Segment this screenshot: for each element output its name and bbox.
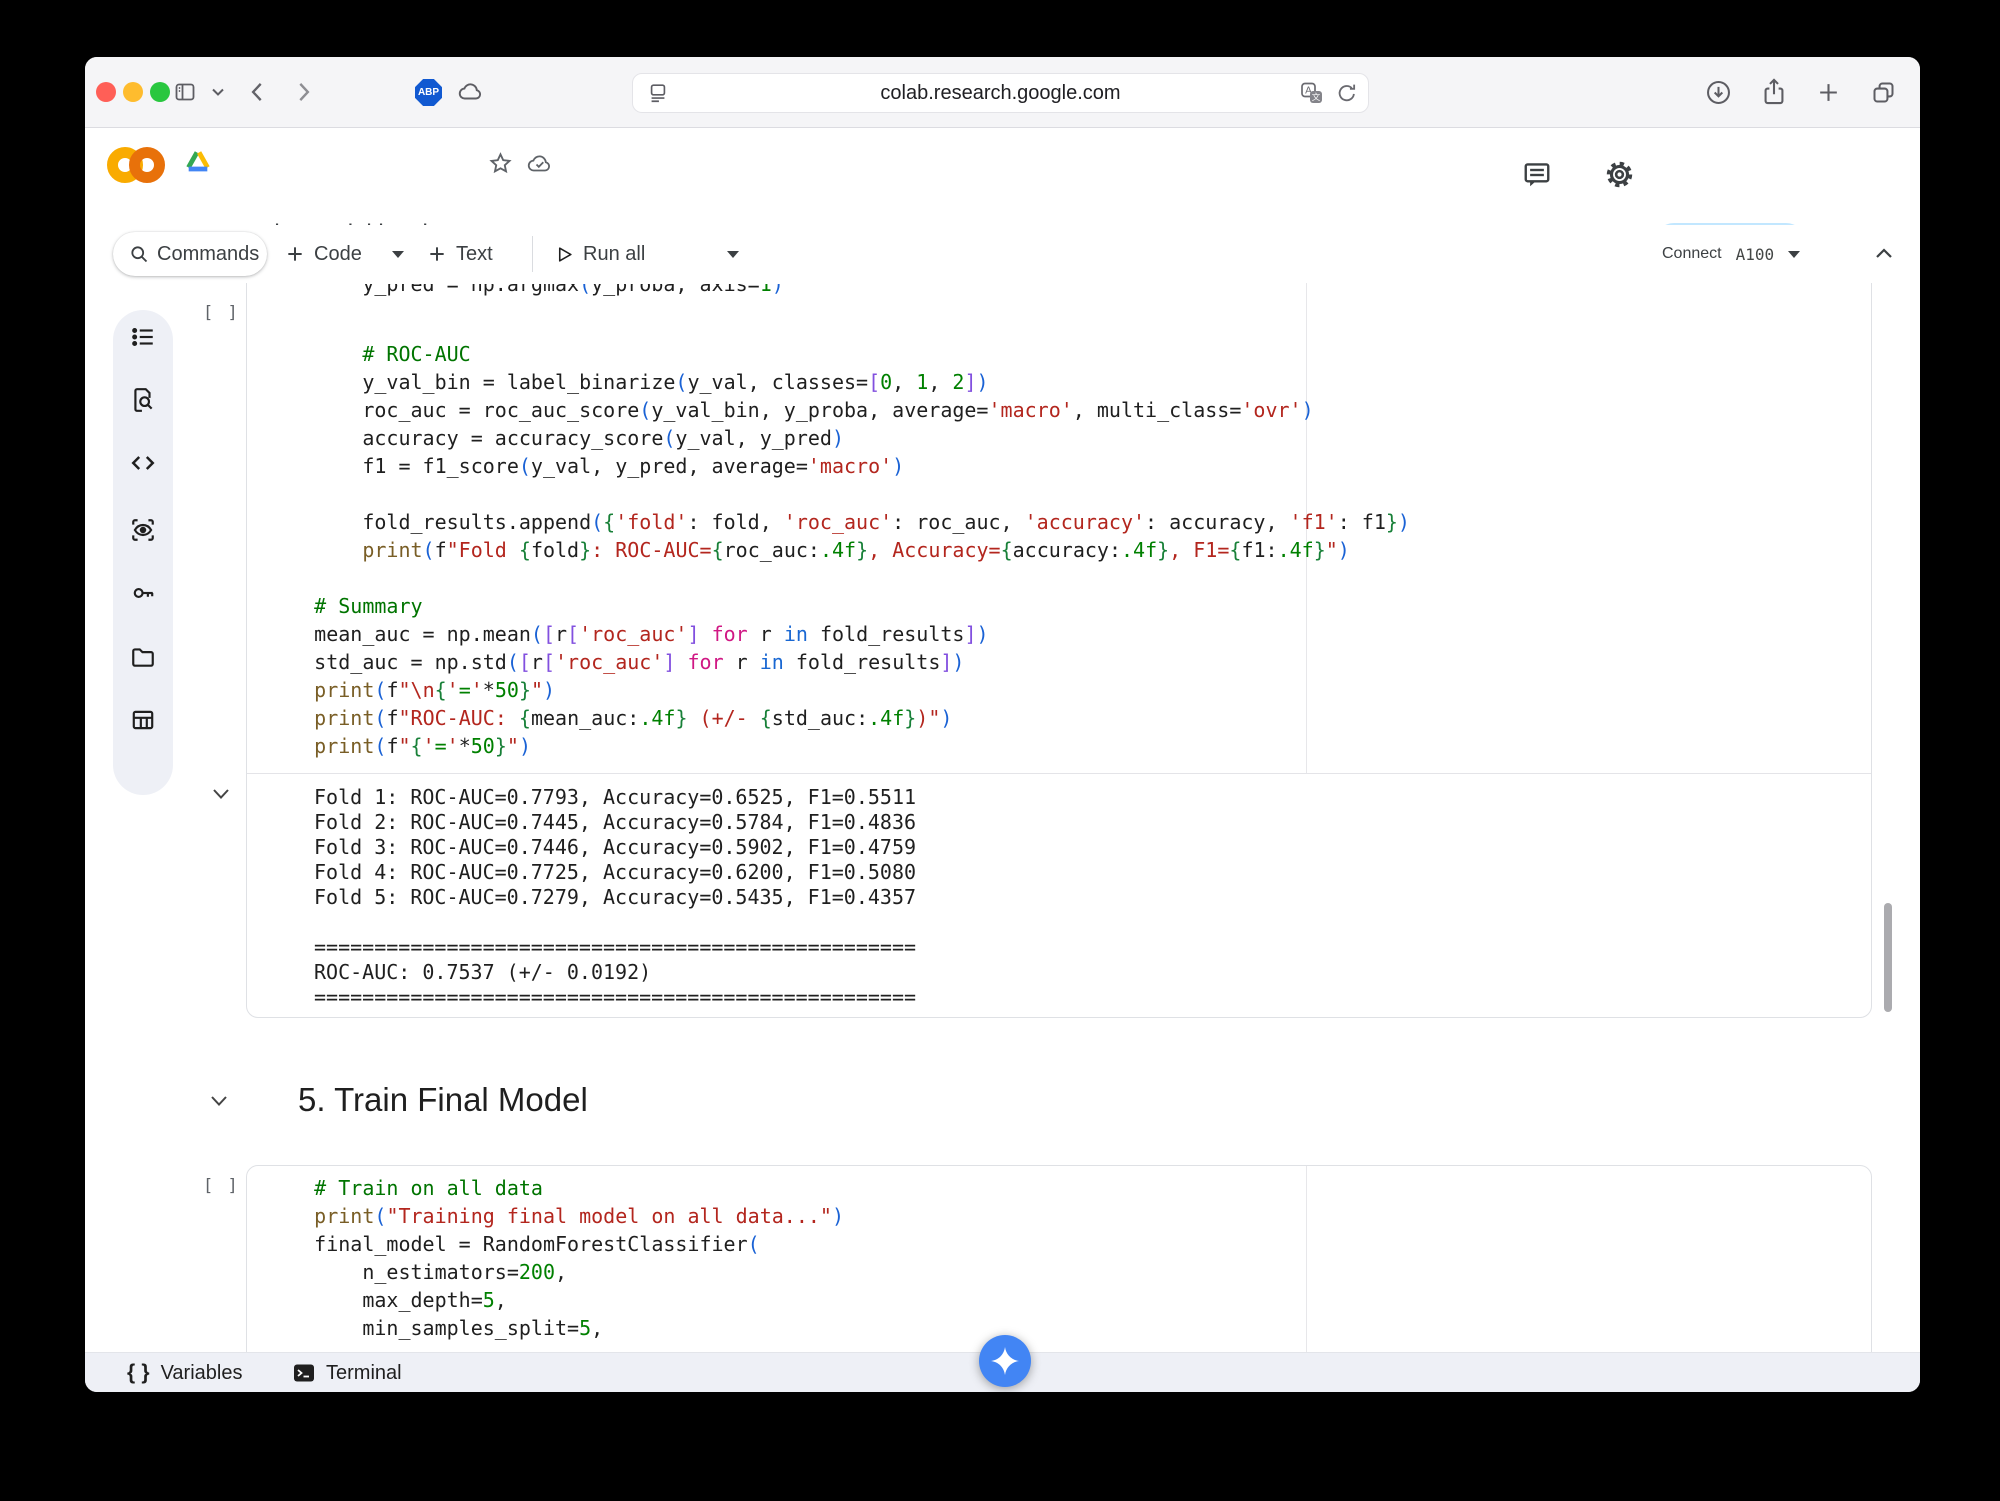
code-cell-2[interactable]: # Train on all data print("Training fina… bbox=[246, 1165, 1872, 1352]
collapse-header-chevron[interactable] bbox=[1875, 247, 1893, 259]
connect-button[interactable]: Connect A100 bbox=[1662, 225, 1800, 283]
minimize-window-button[interactable] bbox=[123, 82, 143, 102]
address-bar[interactable]: colab.research.google.com A 文 bbox=[632, 73, 1369, 113]
variables-label: Variables bbox=[161, 1362, 243, 1385]
zoom-window-button[interactable] bbox=[150, 82, 170, 102]
share-page-icon[interactable] bbox=[1760, 77, 1788, 107]
downloads-icon[interactable] bbox=[1705, 79, 1732, 106]
table-grid-icon[interactable] bbox=[130, 707, 156, 733]
notebook-content: [ ] y_pred = np.argmax(y_proba, axis=1) … bbox=[85, 283, 1920, 1352]
star-icon[interactable] bbox=[488, 151, 513, 176]
back-button[interactable] bbox=[245, 79, 271, 105]
terminal-label: Terminal bbox=[326, 1362, 402, 1385]
browser-chrome: ABP colab.research.google.com A 文 bbox=[85, 57, 1920, 128]
comments-icon[interactable] bbox=[1522, 160, 1552, 190]
translate-icon[interactable]: A 文 bbox=[1300, 81, 1324, 105]
search-icon bbox=[129, 244, 149, 264]
code-cell-1[interactable]: y_pred = np.argmax(y_proba, axis=1) # RO… bbox=[246, 283, 1872, 1018]
braces-icon: { } bbox=[127, 1361, 151, 1385]
add-code-label: Code bbox=[314, 243, 362, 266]
cloud-extension-icon[interactable] bbox=[457, 80, 485, 104]
notebook-scrollbar[interactable] bbox=[1884, 903, 1892, 1012]
section-heading[interactable]: 5. Train Final Model bbox=[298, 1078, 588, 1122]
close-window-button[interactable] bbox=[96, 82, 116, 102]
cell2-code[interactable]: # Train on all data print("Training fina… bbox=[266, 1174, 844, 1342]
tab-overview-icon[interactable] bbox=[1870, 79, 1897, 106]
gemini-spark-button[interactable] bbox=[979, 1335, 1031, 1387]
cell1-run-placeholder[interactable]: [ ] bbox=[203, 303, 240, 323]
adblock-extension-icon[interactable]: ABP bbox=[415, 79, 442, 106]
files-folder-icon[interactable] bbox=[130, 644, 156, 670]
sidebar-toggle-icon[interactable] bbox=[173, 80, 197, 104]
eye-scan-icon[interactable] bbox=[130, 517, 156, 543]
terminal-icon bbox=[292, 1361, 316, 1385]
add-code-button[interactable]: Code bbox=[285, 232, 362, 276]
commands-label: Commands bbox=[157, 243, 259, 266]
forward-button[interactable] bbox=[290, 79, 316, 105]
browser-window: ABP colab.research.google.com A 文 bbox=[85, 57, 1920, 1392]
variables-button[interactable]: { } Variables bbox=[127, 1353, 242, 1392]
find-replace-icon[interactable] bbox=[130, 387, 156, 413]
editor-ruler bbox=[1306, 1166, 1307, 1352]
connect-label: Connect bbox=[1662, 245, 1722, 263]
cell2-run-placeholder[interactable]: [ ] bbox=[203, 1176, 240, 1196]
new-tab-icon[interactable] bbox=[1816, 80, 1841, 105]
reload-icon[interactable] bbox=[1336, 82, 1358, 104]
drive-icon bbox=[185, 150, 211, 174]
output-collapse-chevron[interactable] bbox=[212, 788, 230, 800]
secrets-key-icon[interactable] bbox=[130, 580, 156, 606]
toolbar-divider bbox=[532, 236, 533, 272]
svg-text:文: 文 bbox=[1312, 92, 1321, 102]
notebook-toolbar: Commands Code Text Run all Connect A100 bbox=[85, 225, 1920, 284]
section-collapse-chevron[interactable] bbox=[210, 1095, 228, 1107]
cloud-saved-icon[interactable] bbox=[526, 152, 554, 176]
table-of-contents-icon[interactable] bbox=[130, 324, 156, 350]
connect-caret[interactable] bbox=[1788, 251, 1800, 258]
code-snippets-icon[interactable] bbox=[130, 450, 156, 476]
cell1-code[interactable]: # ROC-AUC y_val_bin = label_binarize(y_v… bbox=[266, 340, 1410, 760]
run-all-label: Run all bbox=[583, 243, 645, 266]
add-text-button[interactable]: Text bbox=[427, 232, 493, 276]
colab-header: retrain_model.ipynb File Edit View Inser… bbox=[85, 128, 1920, 225]
cell1-output: Fold 1: ROC-AUC=0.7793, Accuracy=0.6525,… bbox=[314, 785, 916, 1010]
run-all-caret[interactable] bbox=[727, 251, 739, 258]
cell1-clipped-code-line: y_pred = np.argmax(y_proba, axis=1) bbox=[266, 284, 784, 298]
chevron-down-icon[interactable] bbox=[211, 87, 225, 97]
commands-button[interactable]: Commands bbox=[113, 232, 267, 276]
url-text: colab.research.google.com bbox=[633, 74, 1368, 112]
spark-icon bbox=[991, 1347, 1019, 1375]
cell1-output-divider bbox=[247, 773, 1871, 774]
terminal-button[interactable]: Terminal bbox=[292, 1353, 402, 1392]
run-all-button[interactable]: Run all bbox=[555, 232, 645, 276]
accelerator-badge: A100 bbox=[1736, 245, 1775, 264]
settings-gear-icon[interactable] bbox=[1604, 159, 1635, 190]
add-text-label: Text bbox=[456, 243, 493, 266]
code-dropdown-caret[interactable] bbox=[392, 251, 404, 258]
